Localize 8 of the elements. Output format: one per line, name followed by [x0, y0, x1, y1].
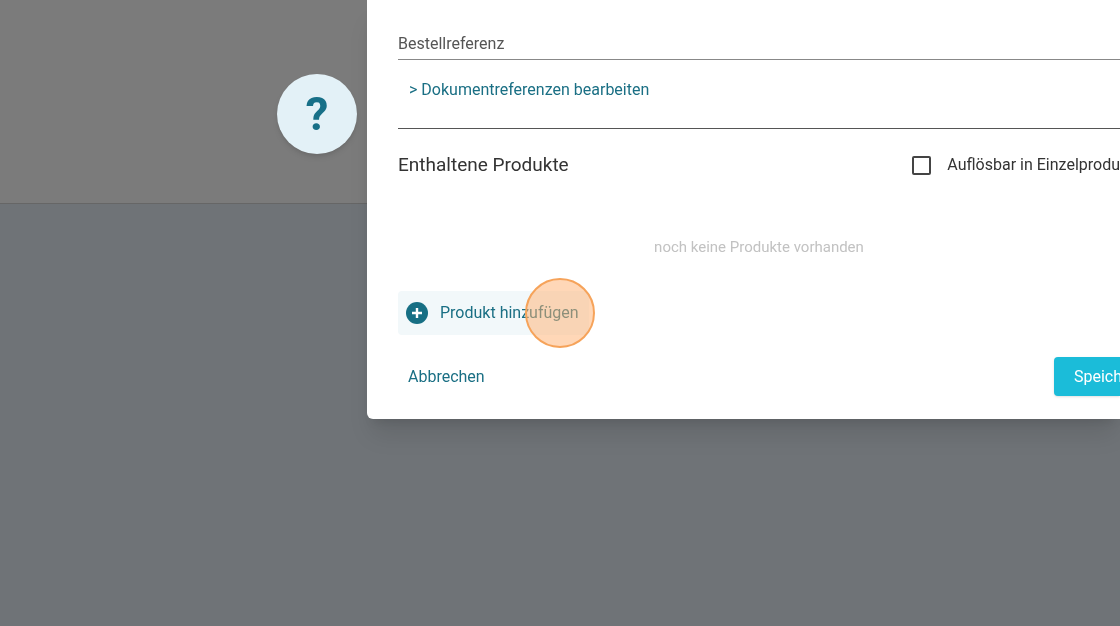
add-product-button[interactable]: Produkt hinzufügen — [398, 291, 589, 335]
cancel-button[interactable]: Abbrechen — [408, 364, 485, 389]
section-title: Enthaltene Produkte — [398, 152, 569, 178]
empty-message: noch keine Produkte vorhanden — [654, 236, 864, 258]
document-references-link[interactable]: > Dokumentreferenzen bearbeiten — [409, 78, 1120, 102]
order-reference-field[interactable]: Bestellreferenz — [398, 28, 1120, 60]
plus-icon — [406, 302, 428, 324]
resolvable-checkbox[interactable]: Auflösbar in Einzelprodu — [912, 153, 1120, 178]
